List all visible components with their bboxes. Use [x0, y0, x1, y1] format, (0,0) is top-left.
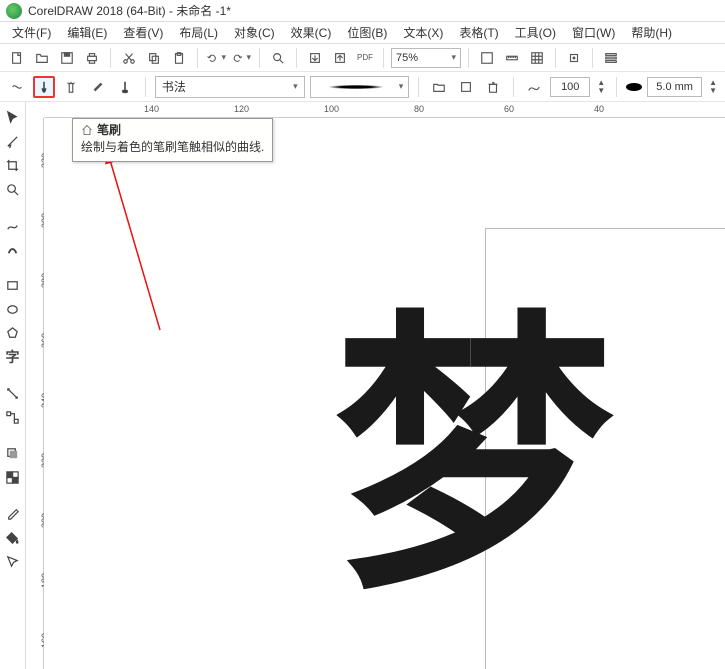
eyedropper-tool[interactable]	[2, 502, 24, 524]
menu-file[interactable]: 文件(F)	[4, 22, 59, 43]
app-icon	[6, 3, 22, 19]
width-icon	[626, 83, 642, 91]
brush-category-value: 书法	[162, 78, 186, 95]
vertical-ruler[interactable]: 320 300 280 260 240 220 200 180 160	[26, 118, 44, 669]
standard-toolbar: PDF 75%	[0, 44, 725, 72]
canvas-area: 140 120 100 80 60 40 320 300 280 260 240…	[26, 102, 725, 669]
menu-view[interactable]: 查看(V)	[115, 22, 171, 43]
zoom-level[interactable]: 75%	[391, 48, 461, 68]
smoothing-value: 100	[561, 81, 579, 93]
freehand-tool[interactable]	[2, 214, 24, 236]
horizontal-ruler[interactable]: 140 120 100 80 60 40	[44, 102, 725, 118]
titlebar: CorelDRAW 2018 (64-Bit) - 未命名 -1*	[0, 0, 725, 22]
ruler-tick: 100	[324, 104, 339, 114]
zoom-value: 75%	[396, 52, 418, 64]
parallel-dim-tool[interactable]	[2, 382, 24, 404]
preset-mode-button[interactable]	[6, 76, 28, 98]
new-button[interactable]	[6, 47, 28, 69]
home-icon	[81, 124, 93, 136]
save-brush-button[interactable]	[455, 76, 477, 98]
publish-pdf-button[interactable]: PDF	[354, 47, 376, 69]
outline-tool[interactable]	[2, 550, 24, 572]
annotation-arrow	[100, 150, 190, 340]
print-button[interactable]	[81, 47, 103, 69]
artistic-media-tool[interactable]	[2, 238, 24, 260]
sprayer-mode-button[interactable]	[60, 76, 82, 98]
import-button[interactable]	[304, 47, 326, 69]
save-button[interactable]	[56, 47, 78, 69]
canvas[interactable]: 笔刷 绘制与着色的笔刷笔触相似的曲线. 梦	[44, 118, 725, 669]
transparency-tool[interactable]	[2, 466, 24, 488]
smoothing-input[interactable]: 100	[550, 77, 590, 97]
ruler-tick: 140	[144, 104, 159, 114]
undo-button[interactable]	[205, 47, 227, 69]
pick-tool[interactable]	[2, 106, 24, 128]
open-button[interactable]	[31, 47, 53, 69]
brush-stroke-preview[interactable]	[310, 76, 410, 98]
calligraphic-mode-button[interactable]	[87, 76, 109, 98]
menu-table[interactable]: 表格(T)	[451, 22, 506, 43]
fill-tool[interactable]	[2, 526, 24, 548]
grid-button[interactable]	[526, 47, 548, 69]
ruler-tick: 120	[234, 104, 249, 114]
menu-help[interactable]: 帮助(H)	[623, 22, 680, 43]
artwork-character[interactable]: 梦	[334, 218, 604, 644]
ruler-tick: 60	[504, 104, 514, 114]
tooltip: 笔刷 绘制与着色的笔刷笔触相似的曲线.	[72, 118, 273, 162]
rulers-button[interactable]	[501, 47, 523, 69]
copy-button[interactable]	[143, 47, 165, 69]
menubar: 文件(F) 编辑(E) 查看(V) 布局(L) 对象(C) 效果(C) 位图(B…	[0, 22, 725, 44]
text-tool[interactable]: 字	[2, 346, 24, 368]
polygon-tool[interactable]	[2, 322, 24, 344]
menu-effect[interactable]: 效果(C)	[283, 22, 340, 43]
stroke-swatch	[316, 84, 396, 90]
menu-window[interactable]: 窗口(W)	[564, 22, 623, 43]
ruler-tick: 80	[414, 104, 424, 114]
tooltip-title: 笔刷	[97, 122, 121, 139]
rectangle-tool[interactable]	[2, 274, 24, 296]
menu-text[interactable]: 文本(X)	[395, 22, 451, 43]
cut-button[interactable]	[118, 47, 140, 69]
tooltip-desc: 绘制与着色的笔刷笔触相似的曲线.	[81, 139, 264, 156]
menu-tools[interactable]: 工具(O)	[507, 22, 564, 43]
connector-tool[interactable]	[2, 406, 24, 428]
drop-shadow-tool[interactable]	[2, 442, 24, 464]
property-bar: 书法 100 ▲▼ 5.0 mm ▲▼	[0, 72, 725, 102]
fullscreen-button[interactable]	[476, 47, 498, 69]
menu-layout[interactable]: 布局(L)	[171, 22, 226, 43]
crop-tool[interactable]	[2, 154, 24, 176]
brush-category-select[interactable]: 书法	[155, 76, 305, 98]
paste-button[interactable]	[168, 47, 190, 69]
toolbox: 字	[0, 102, 26, 669]
width-stepper[interactable]: ▲▼	[707, 76, 719, 98]
main-area: 字 140 120 100 80 60 40 320 300 280 260 2…	[0, 102, 725, 669]
stroke-width-input[interactable]: 5.0 mm	[647, 77, 702, 97]
export-button[interactable]	[329, 47, 351, 69]
ruler-tick: 40	[594, 104, 604, 114]
window-title: CorelDRAW 2018 (64-Bit) - 未命名 -1*	[28, 2, 231, 19]
delete-brush-button[interactable]	[482, 76, 504, 98]
search-button[interactable]	[267, 47, 289, 69]
zoom-tool[interactable]	[2, 178, 24, 200]
shape-tool[interactable]	[2, 130, 24, 152]
menu-edit[interactable]: 编辑(E)	[59, 22, 115, 43]
stroke-width-value: 5.0 mm	[656, 81, 693, 93]
ellipse-tool[interactable]	[2, 298, 24, 320]
brush-mode-button[interactable]	[33, 76, 55, 98]
menu-object[interactable]: 对象(C)	[226, 22, 283, 43]
pressure-mode-button[interactable]	[114, 76, 136, 98]
smoothing-icon	[523, 76, 545, 98]
browse-button[interactable]	[428, 76, 450, 98]
options-button[interactable]	[600, 47, 622, 69]
smoothing-stepper[interactable]: ▲▼	[595, 76, 607, 98]
snap-button[interactable]	[563, 47, 585, 69]
redo-button[interactable]	[230, 47, 252, 69]
menu-bitmap[interactable]: 位图(B)	[339, 22, 395, 43]
